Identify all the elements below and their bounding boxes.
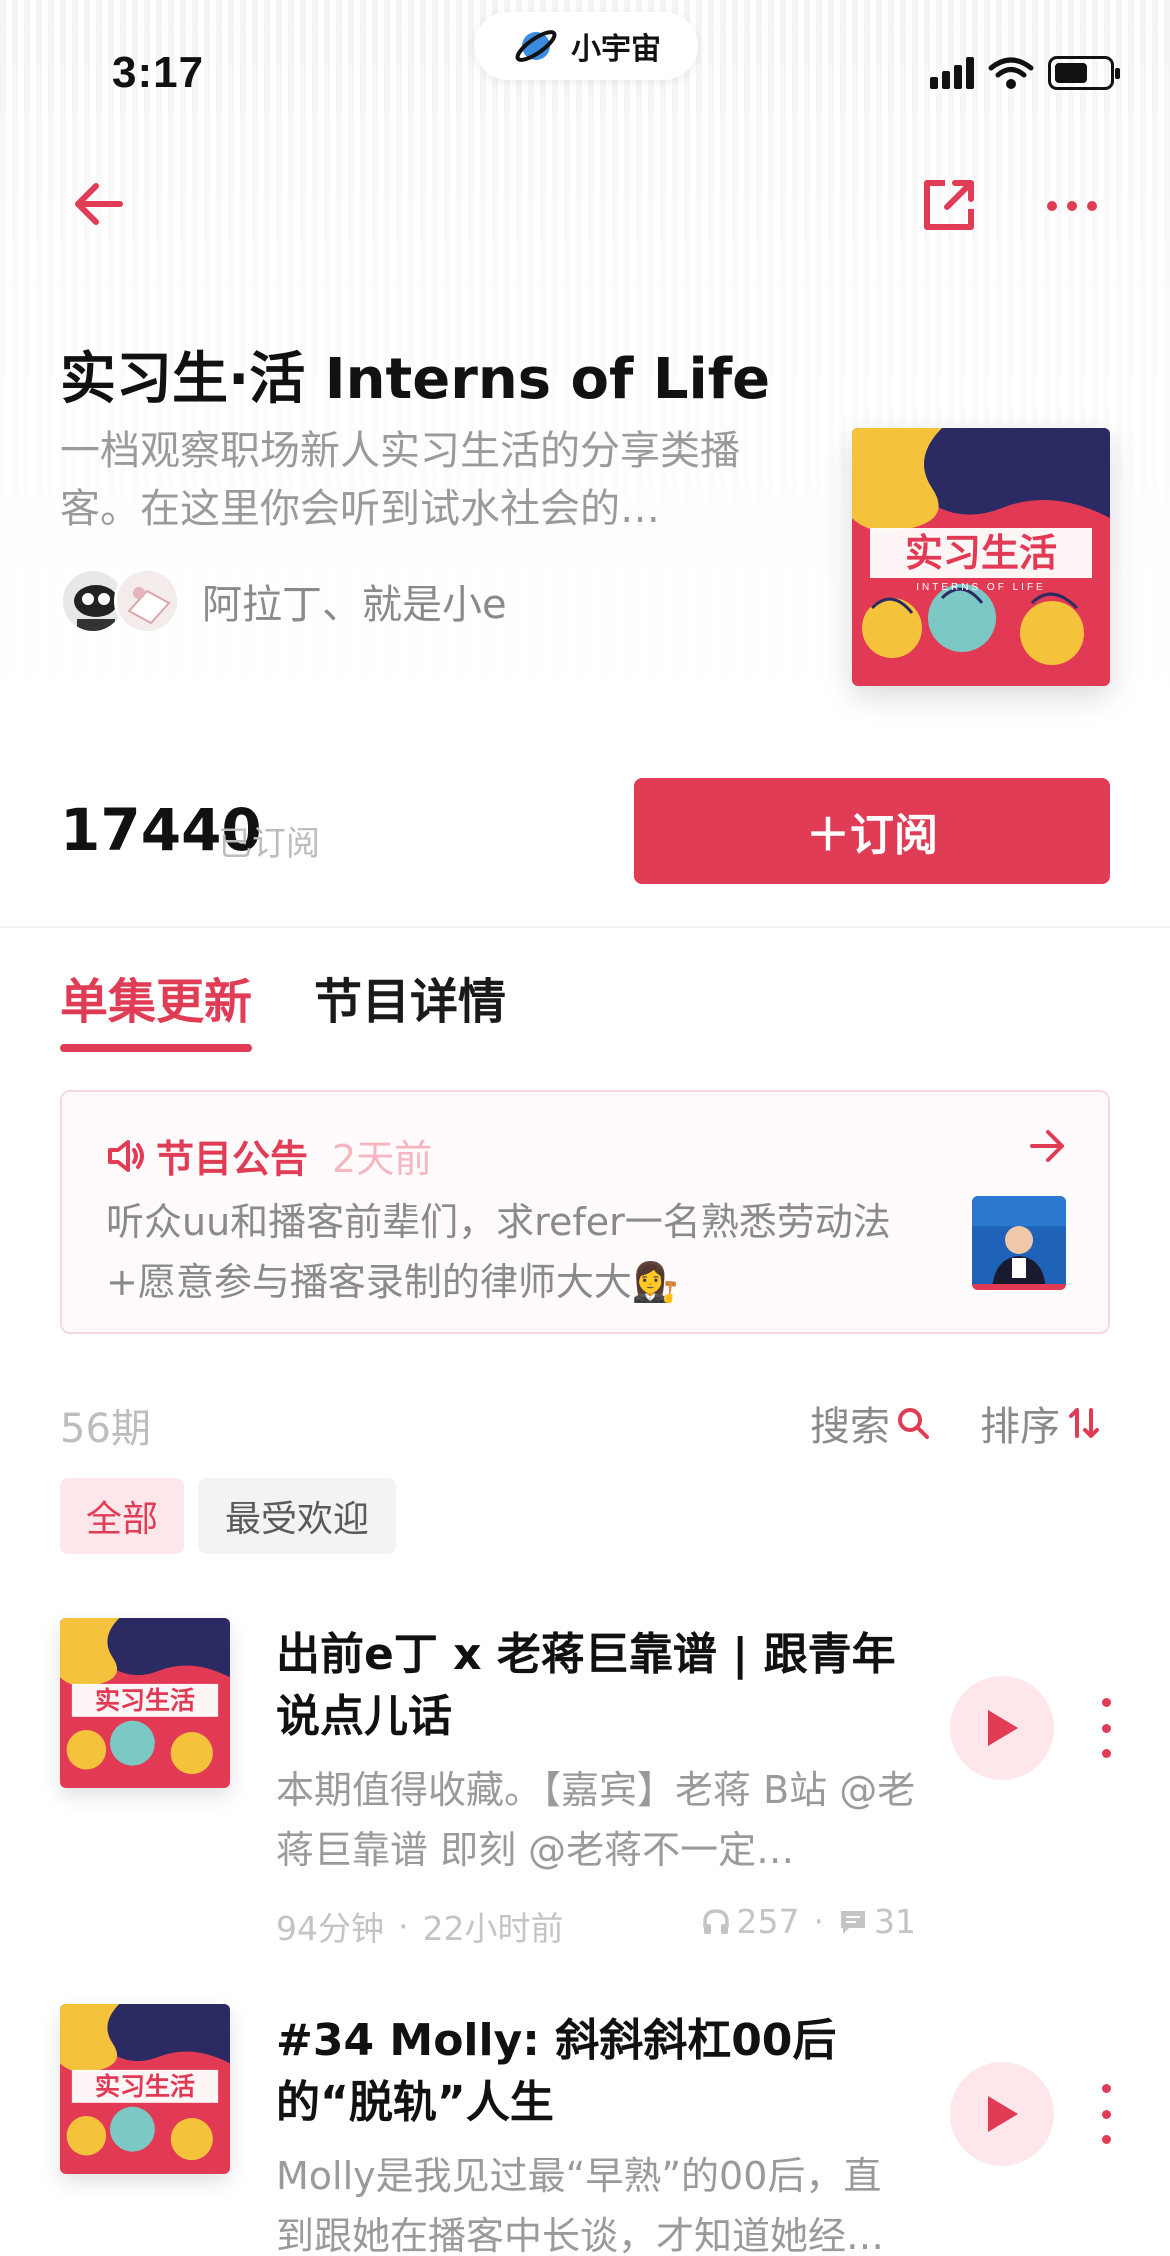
episode-count: 56期 (60, 1406, 151, 1452)
app-badge: 小宇宙 (474, 12, 698, 80)
sort-button[interactable]: 排序 (980, 1394, 1100, 1452)
search-label: 搜索 (810, 1404, 890, 1450)
episode-more-button[interactable] (1096, 2084, 1116, 2144)
play-button[interactable] (950, 2062, 1054, 2166)
episode-meta: 94分钟 · 22小时前 (276, 1902, 564, 1950)
episode-title: 出前e丁 x 老蒋巨靠谱 | 跟青年说点儿话 (276, 1629, 896, 1742)
play-button[interactable] (950, 1676, 1054, 1780)
podcast-description[interactable]: 一档观察职场新人实习生活的分享类播客。在这里你会听到试水社会的… (60, 422, 780, 538)
wifi-icon (988, 57, 1034, 89)
filter-popular[interactable]: 最受欢迎 (198, 1478, 396, 1554)
status-time: 3:17 (112, 48, 205, 97)
play-icon (988, 2096, 1018, 2132)
more-vertical-icon (1101, 1698, 1111, 1707)
episode-cover-title: 实习生活 (95, 1685, 195, 1715)
tab-details[interactable]: 节目详情 (314, 962, 506, 1032)
sort-label: 排序 (980, 1404, 1060, 1450)
search-button[interactable]: 搜索 (810, 1394, 930, 1452)
host-avatar-2 (114, 568, 180, 634)
podcast-title: 实习生·活 Interns of Life (60, 347, 771, 412)
status-icons (930, 56, 1120, 90)
search-icon (898, 1408, 929, 1439)
announcement-card[interactable]: 节目公告 2天前 听众uu和播客前辈们，求refer一名熟悉劳动法+愿意参与播客… (60, 1090, 1110, 1334)
podcast-cover: 实习生活 INTERNS OF LIFE (852, 428, 1110, 686)
episode-cover: 实习生活 (60, 2004, 230, 2174)
subscriber-label: 已订阅 (218, 824, 320, 864)
comment-icon (841, 1910, 865, 1934)
cover-subtitle: INTERNS OF LIFE (916, 582, 1045, 593)
episode-plays: 257 (736, 1902, 800, 1941)
play-icon (988, 1710, 1018, 1746)
episode-description: Molly是我见过最“早熟”的00后，直到跟她在播客中长谈，才知道她经… (276, 2154, 885, 2256)
filter-all[interactable]: 全部 (60, 1478, 184, 1554)
sort-icon (1069, 1408, 1099, 1438)
arrow-right-icon (1030, 1130, 1064, 1162)
arrow-left-icon (75, 183, 123, 225)
episode-item[interactable]: 实习生活 出前e丁 x 老蒋巨靠谱 | 跟青年说点儿话 本期值得收藏。【嘉宾】老… (0, 1618, 1170, 1958)
cover-title: 实习生活 (905, 530, 1057, 575)
episode-more-button[interactable] (1096, 1698, 1116, 1758)
announcement-body: 听众uu和播客前辈们，求refer一名熟悉劳动法+愿意参与播客录制的律师大大👩‍… (106, 1200, 891, 1304)
episode-description: 本期值得收藏。【嘉宾】老蒋 B站 @老蒋巨靠谱 即刻 @老蒋不一定… (276, 1768, 916, 1872)
app-name: 小宇宙 (571, 32, 661, 67)
episode-duration: 94分钟 (276, 1909, 384, 1948)
announcement-header: 节目公告 2天前 (106, 1128, 432, 1183)
tab-indicator (60, 1044, 252, 1052)
hosts-row[interactable]: 阿拉丁、就是小e (60, 568, 507, 634)
back-button[interactable] (66, 176, 130, 232)
host-names: 阿拉丁、就是小e (202, 582, 507, 628)
episode-item[interactable]: 实习生活 #34 Molly: 斜斜斜杠00后的“脱轨”人生 Molly是我见过… (0, 2004, 1170, 2256)
speaker-icon (108, 1139, 144, 1172)
more-vertical-icon (1101, 2084, 1111, 2093)
divider (0, 926, 1170, 928)
status-bar: 3:17 小宇宙 (0, 0, 1170, 150)
more-button[interactable] (1040, 186, 1104, 226)
signal-icon (930, 57, 974, 89)
planet-icon (515, 30, 557, 62)
episode-stats: 257 · 31 (701, 1902, 916, 1941)
more-horizontal-icon (1047, 201, 1097, 211)
battery-icon (1048, 56, 1120, 90)
announcement-thumbnail (972, 1196, 1066, 1290)
episode-cover: 实习生活 (60, 1618, 230, 1788)
episode-published: 22小时前 (422, 1909, 564, 1948)
episode-title: #34 Molly: 斜斜斜杠00后的“脱轨”人生 (276, 2015, 837, 2128)
tab-episodes[interactable]: 单集更新 (60, 962, 252, 1032)
share-icon (924, 180, 974, 230)
announcement-time: 2天前 (332, 1137, 433, 1181)
episode-comments: 31 (874, 1902, 916, 1941)
episode-cover-title: 实习生活 (95, 2071, 195, 2101)
share-button[interactable] (916, 172, 982, 238)
headphones-icon (702, 1908, 729, 1934)
subscribe-button[interactable]: ＋订阅 (634, 778, 1110, 884)
announcement-title: 节目公告 (156, 1137, 309, 1181)
